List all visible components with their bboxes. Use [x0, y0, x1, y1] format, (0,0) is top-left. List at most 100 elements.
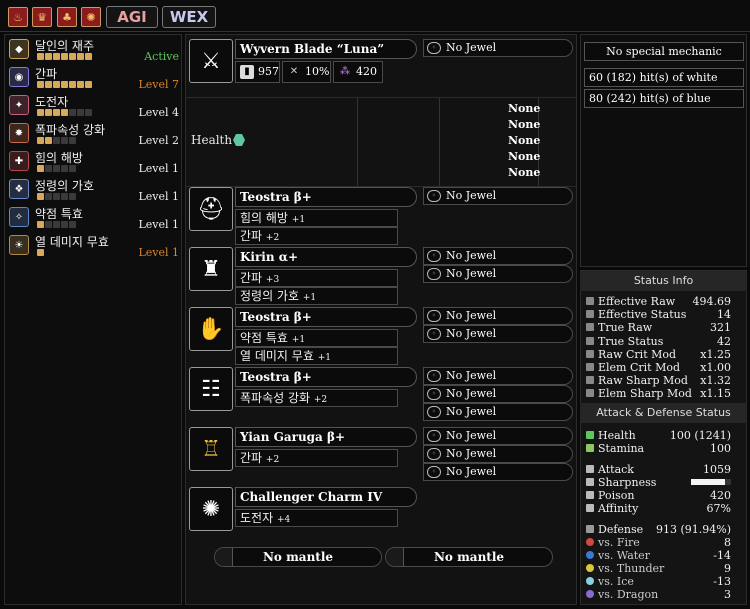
- arms-icon[interactable]: ✋: [189, 307, 233, 351]
- level-pip: [69, 137, 76, 144]
- helmet-icon[interactable]: ⛑: [189, 187, 233, 231]
- armor-jewel-slot[interactable]: ◦ No Jewel: [423, 367, 573, 385]
- element-value: 420: [356, 65, 377, 78]
- armor-skill-level: +4: [276, 515, 291, 525]
- level-pip: [85, 109, 92, 116]
- chest-icon[interactable]: ♜: [189, 247, 233, 291]
- armor-skill-name: 폭파속성 강화: [240, 391, 311, 405]
- armor-jewel-slot[interactable]: ◦ No Jewel: [423, 247, 573, 265]
- skill-level-pips: [37, 109, 92, 117]
- skill-row[interactable]: ✧ 약점 특효 Level 1: [7, 205, 182, 231]
- armor-skill-level: +1: [317, 353, 331, 363]
- armor-jewel-slot[interactable]: ◦ No Jewel: [423, 307, 573, 325]
- armor-name[interactable]: Yian Garuga β+: [235, 427, 417, 447]
- armor-name[interactable]: Challenger Charm IV: [235, 487, 417, 507]
- mantle-slot-2[interactable]: No mantle: [385, 547, 553, 567]
- none-value: None: [508, 118, 541, 131]
- charm-icon[interactable]: ✺: [189, 487, 233, 531]
- level-pip: [45, 81, 52, 88]
- stamina-value: 100: [710, 442, 731, 455]
- skill-row[interactable]: ◉ 간파 Level 7: [7, 65, 182, 91]
- skill-row[interactable]: ☀ 열 데미지 무효 Level 1: [7, 233, 182, 259]
- armor-jewel-slot[interactable]: ◦ No Jewel: [423, 385, 573, 403]
- white-hits-text: 60 (182) hit(s) of white: [584, 68, 744, 87]
- armor-skill: 약점 특효 +1: [235, 329, 398, 347]
- legs-icon[interactable]: ♖: [189, 427, 233, 471]
- attack-value: 1059: [703, 463, 731, 476]
- stat-icon: [586, 376, 594, 385]
- level-pip: [85, 81, 92, 88]
- skill-row[interactable]: ◆ 달인의 재주 Active: [7, 37, 182, 63]
- weapon-jewel-slot[interactable]: ◦ No Jewel: [423, 39, 573, 57]
- jewel-label: No Jewel: [446, 249, 497, 262]
- affinity-row: Affinity 67%: [580, 502, 747, 515]
- armor-name[interactable]: Teostra β+: [235, 307, 417, 327]
- armor-jewel-slot[interactable]: ◦ No Jewel: [423, 325, 573, 343]
- mantle-label: No mantle: [262, 550, 334, 564]
- skill-row[interactable]: ✦ 도전자 Level 4: [7, 93, 182, 119]
- armor-name[interactable]: Kirin α+: [235, 247, 417, 267]
- affinity-value: 67%: [706, 502, 731, 515]
- defense-row: Defense 913 (91.94%): [580, 523, 747, 536]
- level-pip: [61, 81, 68, 88]
- level-pip: [37, 193, 44, 200]
- weapon-name[interactable]: Wyvern Blade “Luna”: [235, 39, 417, 59]
- armor-jewel-slot[interactable]: ◦ No Jewel: [423, 463, 573, 481]
- armor-jewel-slot[interactable]: ◦ No Jewel: [423, 445, 573, 463]
- stat-icon: [586, 349, 594, 358]
- crown-icon[interactable]: ♛: [32, 7, 52, 27]
- level-pip: [61, 137, 68, 144]
- waist-icon[interactable]: ☷: [189, 367, 233, 411]
- skill-row[interactable]: ✚ 힘의 해방 Level 1: [7, 149, 182, 175]
- jewel-slot-icon: ◦: [427, 448, 441, 460]
- skill-level-pips: [37, 137, 76, 145]
- resist-row: vs. Water -14: [580, 549, 747, 562]
- jewel-slot-icon: ◦: [427, 268, 441, 280]
- status-value: x1.15: [700, 387, 731, 401]
- level-pip: [77, 109, 84, 116]
- armor-skill-level: +3: [265, 275, 280, 285]
- resist-label: vs. Ice: [598, 575, 634, 588]
- skill-name: 힘의 해방: [35, 151, 83, 165]
- stamina-row: Stamina 100: [580, 442, 747, 455]
- attack-value: 957: [258, 65, 279, 78]
- great-sword-icon[interactable]: ⚔: [189, 39, 233, 83]
- affinity-value: 10%: [305, 65, 330, 78]
- level-pip: [53, 137, 60, 144]
- armor-jewel-slot[interactable]: ◦ No Jewel: [423, 187, 573, 205]
- agi-button[interactable]: AGI: [106, 6, 158, 28]
- armor-jewel-slot[interactable]: ◦ No Jewel: [423, 427, 573, 445]
- weapon-affinity-stat: ✕ 10%: [282, 61, 331, 83]
- level-pip: [61, 53, 68, 60]
- none-value: None: [508, 134, 541, 147]
- skill-row[interactable]: ✸ 폭파속성 강화 Level 2: [7, 121, 182, 147]
- skill-row[interactable]: ❖ 정령의 가호 Level 1: [7, 177, 182, 203]
- status-label: True Status: [598, 334, 664, 348]
- heat-icon: ☀: [9, 235, 29, 255]
- level-pip: [61, 193, 68, 200]
- sun-icon[interactable]: ✺: [81, 7, 101, 27]
- level-pip: [53, 165, 60, 172]
- level-pip: [45, 193, 52, 200]
- weapon-element-stat: ⁂ 420: [333, 61, 383, 83]
- status-row: True Status 42: [580, 335, 747, 348]
- fire-icon[interactable]: ♨: [8, 7, 28, 27]
- mantle-slot-1[interactable]: No mantle: [214, 547, 382, 567]
- wex-button[interactable]: WEX: [162, 6, 216, 28]
- defense-label: Defense: [598, 523, 644, 536]
- attack-label: Attack: [598, 463, 634, 476]
- armor-name[interactable]: Teostra β+: [235, 367, 417, 387]
- jewel-slot-icon: ◦: [427, 466, 441, 478]
- armor-jewel-slot[interactable]: ◦ No Jewel: [423, 403, 573, 421]
- level-pip: [37, 109, 44, 116]
- stat-icon: [586, 363, 594, 371]
- armor-skill-level: +2: [265, 233, 280, 243]
- armor-name[interactable]: Teostra β+: [235, 187, 417, 207]
- stat-icon: [586, 310, 594, 319]
- skill-level: Level 1: [138, 190, 179, 203]
- status-value: 14: [717, 308, 731, 322]
- armor-skill-level: +1: [291, 335, 306, 345]
- flame-icon[interactable]: ♣: [57, 7, 77, 27]
- armor-jewel-slot[interactable]: ◦ No Jewel: [423, 265, 573, 283]
- armor-skill-name: 약점 특효: [240, 331, 288, 345]
